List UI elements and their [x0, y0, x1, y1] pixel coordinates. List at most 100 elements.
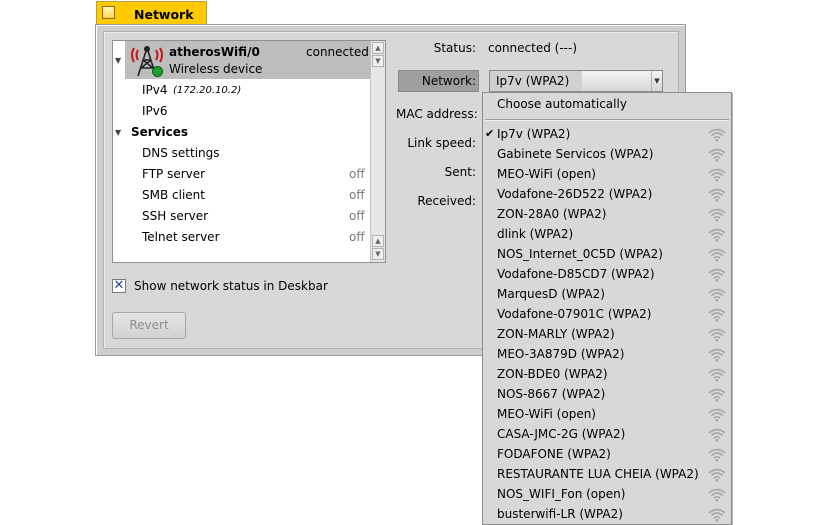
deskbar-checkbox[interactable]: ✕ [112, 279, 126, 293]
wifi-signal-icon [707, 128, 727, 142]
menu-item-label: ZON-28A0 (WPA2) [497, 207, 607, 221]
expand-arrow-icon[interactable]: ▼ [115, 56, 121, 65]
wifi-signal-icon [707, 228, 727, 242]
menu-item-label: Ip7v (WPA2) [497, 127, 571, 141]
menu-item-network[interactable]: FODAFONE (WPA2) [483, 445, 731, 465]
wifi-signal-icon [707, 308, 727, 322]
service-item[interactable]: SMB client [142, 188, 205, 202]
service-state: off [349, 188, 365, 202]
wifi-signal-icon [707, 388, 727, 402]
menu-item-network[interactable]: NOS_Internet_0C5D (WPA2) [483, 245, 731, 265]
wifi-signal-icon [707, 168, 727, 182]
ipv6-item[interactable]: IPv6 [142, 104, 168, 118]
menu-item-label: MEO-WiFi (open) [497, 167, 596, 181]
menu-item-label: NOS-8667 (WPA2) [497, 387, 606, 401]
scroll-up-button[interactable]: ▲ [372, 42, 384, 54]
menu-item-label: NOS_Internet_0C5D (WPA2) [497, 247, 663, 261]
service-item[interactable]: DNS settings [142, 146, 220, 160]
menu-item-network[interactable]: Gabinete Servicos (WPA2) [483, 145, 731, 165]
menu-item-network[interactable]: ZON-MARLY (WPA2) [483, 325, 731, 345]
menu-item-label: MarquesD (WPA2) [497, 287, 605, 301]
menu-item-label: MEO-WiFi (open) [497, 407, 596, 421]
mac-address-label: MAC address: [396, 107, 478, 121]
menu-item-network[interactable]: ✔ Ip7v (WPA2) [483, 125, 731, 145]
wifi-signal-icon [707, 328, 727, 342]
status-label: Status: [433, 41, 476, 55]
menu-item-network[interactable]: NOS_WIFI_Fon (open) [483, 485, 731, 505]
menu-item-network[interactable]: NOS-8667 (WPA2) [483, 385, 731, 405]
menu-item-label: busterwifi-LR (WPA2) [497, 507, 623, 521]
network-dropdown-value: Ip7v (WPA2) [496, 74, 570, 88]
wifi-signal-icon [707, 248, 727, 262]
menu-item-network[interactable]: MEO-WiFi (open) [483, 405, 731, 425]
menu-item-label: ZON-MARLY (WPA2) [497, 327, 615, 341]
menu-item-network[interactable]: Vodafone-26D522 (WPA2) [483, 185, 731, 205]
menu-item-label: dlink (WPA2) [497, 227, 574, 241]
menu-item-label: CASA-JMC-2G (WPA2) [497, 427, 626, 441]
service-item[interactable]: SSH server [142, 209, 208, 223]
menu-item-network[interactable]: MarquesD (WPA2) [483, 285, 731, 305]
menu-item-label: NOS_WIFI_Fon (open) [497, 487, 626, 501]
device-name: atherosWifi/0 [169, 45, 260, 59]
menu-item-label: Choose automatically [497, 97, 627, 111]
list-scrollbar[interactable]: ▲ ▼ ▲ ▼ [370, 41, 385, 262]
menu-item-network[interactable]: Vodafone-07901C (WPA2) [483, 305, 731, 325]
menu-item-network[interactable]: MEO-WiFi (open) [483, 165, 731, 185]
scroll-down-button[interactable]: ▼ [372, 248, 384, 260]
wifi-signal-icon [707, 508, 727, 522]
sent-label: Sent: [444, 165, 476, 179]
menu-item-label: Gabinete Servicos (WPA2) [497, 147, 654, 161]
wifi-signal-icon [707, 428, 727, 442]
menu-item-network[interactable]: busterwifi-LR (WPA2) [483, 505, 731, 525]
wifi-signal-icon [707, 368, 727, 382]
menu-item-choose-automatically[interactable]: Choose automatically [483, 95, 731, 115]
service-item[interactable]: FTP server [142, 167, 205, 181]
services-header[interactable]: Services [131, 125, 188, 139]
device-type: Wireless device [169, 62, 263, 76]
menu-item-label: Vodafone-07901C (WPA2) [497, 307, 652, 321]
chevron-down-icon: ▼ [651, 71, 662, 91]
menu-item-label: ZON-BDE0 (WPA2) [497, 367, 608, 381]
network-menu[interactable]: Choose automatically ✔ Ip7v (WPA2) Gabinet… [482, 92, 732, 525]
wifi-signal-icon [707, 348, 727, 362]
menu-item-network[interactable]: ZON-28A0 (WPA2) [483, 205, 731, 225]
scroll-up-button[interactable]: ▲ [372, 235, 384, 247]
ipv4-address: (172.20.10.2) [173, 85, 242, 96]
revert-button[interactable]: Revert [112, 312, 186, 339]
service-state: off [349, 209, 365, 223]
menu-item-label: Vodafone-D85CD7 (WPA2) [497, 267, 655, 281]
wifi-signal-icon [707, 148, 727, 162]
wifi-signal-icon [707, 288, 727, 302]
menu-item-label: RESTAURANTE LUA CHEIA (WPA2) [497, 467, 699, 481]
close-button[interactable] [102, 6, 115, 19]
connected-status-icon [152, 66, 163, 77]
menu-item-network[interactable]: MEO-3A879D (WPA2) [483, 345, 731, 365]
wifi-signal-icon [707, 188, 727, 202]
service-state: off [349, 230, 365, 244]
expand-arrow-icon[interactable]: ▼ [115, 128, 121, 137]
wifi-signal-icon [707, 468, 727, 482]
wifi-signal-icon [707, 208, 727, 222]
device-status: connected [306, 45, 369, 59]
wifi-signal-icon [707, 268, 727, 282]
menu-item-network[interactable]: ZON-BDE0 (WPA2) [483, 365, 731, 385]
menu-item-network[interactable]: RESTAURANTE LUA CHEIA (WPA2) [483, 465, 731, 485]
menu-item-network[interactable]: dlink (WPA2) [483, 225, 731, 245]
wifi-signal-icon [707, 448, 727, 462]
menu-item-label: FODAFONE (WPA2) [497, 447, 611, 461]
wifi-signal-icon [707, 488, 727, 502]
received-label: Received: [417, 194, 476, 208]
deskbar-checkbox-label[interactable]: Show network status in Deskbar [134, 279, 328, 293]
window-tab[interactable]: Network [96, 1, 207, 24]
service-item[interactable]: Telnet server [142, 230, 220, 244]
status-value: connected (---) [488, 41, 578, 55]
window-title: Network [134, 7, 194, 22]
menu-item-network[interactable]: CASA-JMC-2G (WPA2) [483, 425, 731, 445]
menu-item-network[interactable]: Vodafone-D85CD7 (WPA2) [483, 265, 731, 285]
network-dropdown[interactable]: Ip7v (WPA2) ▼ [489, 70, 663, 92]
ipv4-item[interactable]: IPv4 [142, 83, 168, 97]
menu-item-label: Vodafone-26D522 (WPA2) [497, 187, 653, 201]
menu-item-label: MEO-3A879D (WPA2) [497, 347, 625, 361]
scroll-down-button[interactable]: ▼ [372, 55, 384, 67]
service-state: off [349, 167, 365, 181]
